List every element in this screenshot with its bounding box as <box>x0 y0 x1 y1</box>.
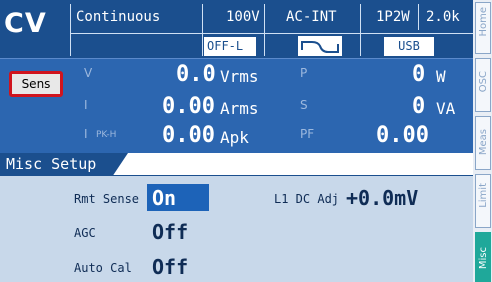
agc-label: AGC <box>74 226 96 240</box>
power-unit: W <box>436 67 446 86</box>
power-factor-value: 0.00 <box>376 123 429 148</box>
tab-osc[interactable]: OSC <box>475 58 491 112</box>
instrument-screen: CV Continuous 100V AC-INT 1P2W 2.0k OFF-… <box>0 0 492 282</box>
divider <box>70 4 71 56</box>
current-unit: Arms <box>220 99 259 118</box>
output-mode-label: Continuous <box>76 9 161 25</box>
auto-cal-value[interactable]: Off <box>152 255 188 279</box>
tab-home-label: Home <box>478 7 489 37</box>
tab-meas[interactable]: Meas <box>475 116 491 170</box>
current-value: 0.00 <box>162 94 215 119</box>
misc-setup-title: Misc Setup <box>6 155 97 173</box>
peak-current-sublabel: PK-H <box>96 130 117 140</box>
tab-osc-label: OSC <box>478 71 489 93</box>
scale-label: 2.0k <box>426 9 460 25</box>
agc-value[interactable]: Off <box>152 220 188 244</box>
tab-home[interactable]: Home <box>475 2 491 54</box>
sens-button[interactable]: Sens <box>9 71 63 97</box>
apparent-power-unit: VA <box>436 99 456 118</box>
signal-source-label: AC-INT <box>286 9 337 25</box>
peak-current-unit: Apk <box>220 128 249 147</box>
divider <box>202 4 203 56</box>
l1-dc-adj-value[interactable]: +0.0mV <box>346 186 418 210</box>
divider <box>360 4 361 56</box>
current-label: I <box>84 98 88 112</box>
tab-misc-label: Misc <box>478 247 489 270</box>
rmt-sense-label: Rmt Sense <box>74 192 140 206</box>
range-label: 100V <box>226 9 260 25</box>
divider <box>264 4 265 56</box>
voltage-label: V <box>84 66 93 80</box>
interface-badge: USB <box>384 37 434 56</box>
power-label: P <box>300 66 308 80</box>
power-factor-label: PF <box>300 127 315 141</box>
tab-limit[interactable]: Limit <box>475 174 491 228</box>
divider <box>70 33 473 34</box>
voltage-unit: Vrms <box>220 67 259 86</box>
rmt-sense-value[interactable]: On <box>152 186 176 210</box>
peak-current-value: 0.00 <box>162 123 215 148</box>
divider <box>0 58 473 59</box>
apparent-power-label: S <box>300 98 308 112</box>
phase-label: 1P2W <box>376 9 410 25</box>
auto-cal-label: Auto Cal <box>74 261 132 275</box>
tab-limit-label: Limit <box>478 183 489 208</box>
peak-current-label: I <box>84 127 88 141</box>
mode-indicator: CV <box>4 8 47 39</box>
divider <box>418 4 419 30</box>
output-state-badge: OFF-L <box>204 37 256 56</box>
tab-meas-label: Meas <box>478 129 489 156</box>
l1-dc-adj-label: L1 DC Adj <box>274 192 340 206</box>
tab-misc[interactable]: Misc <box>475 232 491 282</box>
apparent-power-value: 0 <box>412 94 426 119</box>
power-value: 0 <box>412 62 426 87</box>
voltage-value: 0.0 <box>176 62 216 87</box>
sine-wave-icon <box>298 36 342 56</box>
